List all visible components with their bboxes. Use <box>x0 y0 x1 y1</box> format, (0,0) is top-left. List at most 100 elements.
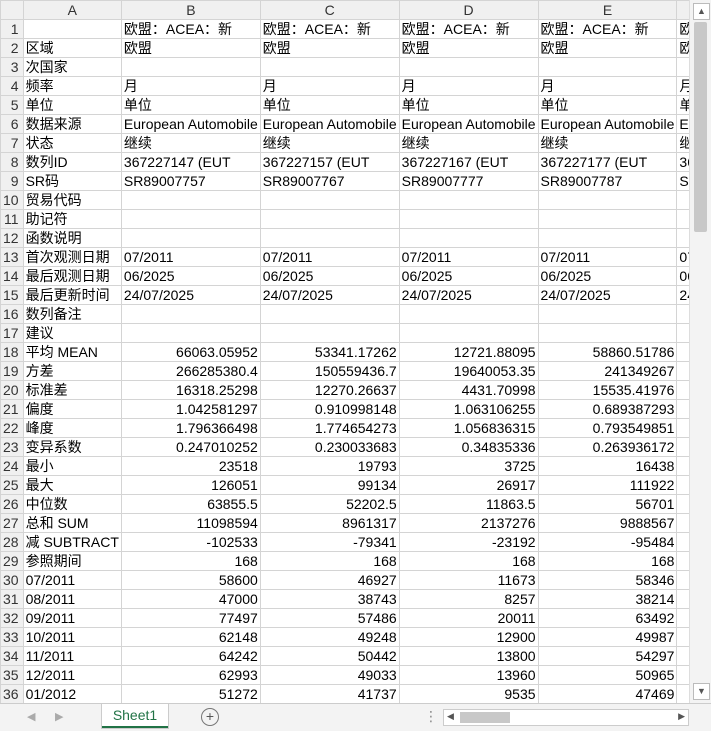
cell-value[interactable]: 43823 <box>676 627 689 647</box>
cell-label[interactable]: 中位数 <box>22 494 122 514</box>
cell-value[interactable]: 0.793549851 <box>537 418 678 438</box>
row-header[interactable]: 26 <box>0 494 24 514</box>
cell-value[interactable]: 继续 <box>259 133 400 153</box>
cell-value[interactable]: 单位 <box>259 95 400 115</box>
cell-value[interactable]: 241349267 <box>537 361 678 381</box>
cell-value[interactable]: 24/07/2025 <box>259 285 400 305</box>
cell-value[interactable]: 26917 <box>398 475 539 495</box>
cell-value[interactable]: 24/07/2025 <box>537 285 678 305</box>
row-header[interactable]: 33 <box>0 627 24 647</box>
cell-value[interactable]: 月 <box>537 76 678 96</box>
cell-value[interactable]: 1.774654273 <box>259 418 400 438</box>
cell-label[interactable]: 最大 <box>22 475 122 495</box>
cell-value[interactable]: 0.689387293 <box>537 399 678 419</box>
cell-value[interactable]: 07/2011 <box>259 247 400 267</box>
cell-label[interactable]: 12/2011 <box>22 665 122 685</box>
cell-value[interactable]: 11863.5 <box>398 494 539 514</box>
horizontal-scroll-thumb[interactable] <box>460 712 510 723</box>
cell-value[interactable]: 1.042581297 <box>120 399 261 419</box>
cell-value[interactable]: 欧盟 <box>537 38 678 58</box>
scroll-down-icon[interactable]: ▼ <box>693 683 710 700</box>
scroll-up-icon[interactable]: ▲ <box>693 3 710 20</box>
cell-value[interactable]: 47469 <box>537 684 678 703</box>
cell-value[interactable]: 54297 <box>537 646 678 666</box>
cell-value[interactable]: 50442 <box>259 646 400 666</box>
scroll-left-icon[interactable]: ◀ <box>447 711 454 722</box>
cell-value[interactable]: 0.910998148 <box>259 399 400 419</box>
cell-value[interactable]: 单位 <box>120 95 261 115</box>
cell-value[interactable]: -23192 <box>398 532 539 552</box>
cell-value[interactable]: 16318.25298 <box>120 380 261 400</box>
cell-value[interactable]: 150559436.7 <box>259 361 400 381</box>
cell-value[interactable] <box>676 304 689 324</box>
cell-value[interactable] <box>676 323 689 343</box>
cell-label[interactable]: 平均 MEAN <box>22 342 122 362</box>
cell-value[interactable]: 50806 <box>676 570 689 590</box>
cell-value[interactable] <box>120 209 261 229</box>
cell-label[interactable]: 函数说明 <box>22 228 122 248</box>
next-sheet-icon[interactable]: ▶ <box>55 710 63 723</box>
cell-value[interactable]: 0.245687735 <box>676 437 689 457</box>
cell-table[interactable]: A B C D E F 1欧盟：ACEA：新欧盟：ACEA：新欧盟：ACEA：新… <box>0 0 689 703</box>
cell-value[interactable] <box>676 57 689 77</box>
cell-label[interactable]: 贸易代码 <box>22 190 122 210</box>
cell-value[interactable]: 49248 <box>259 627 400 647</box>
cell-value[interactable]: 367227147 (EUT <box>120 152 261 172</box>
cell-value[interactable]: 1.063106255 <box>398 399 539 419</box>
cell-value[interactable] <box>398 228 539 248</box>
prev-sheet-icon[interactable]: ◀ <box>27 710 35 723</box>
cell-value[interactable]: 继续 <box>398 133 539 153</box>
tab-splitter-icon[interactable]: ⋮ <box>424 708 438 725</box>
cell-value[interactable]: 111922 <box>537 475 678 495</box>
cell-value[interactable]: 继续 <box>676 133 689 153</box>
cell-value[interactable]: SR89007777 <box>398 171 539 191</box>
cell-value[interactable]: 8961317 <box>259 513 400 533</box>
select-all-corner[interactable] <box>0 0 24 20</box>
row-header[interactable]: 4 <box>0 76 24 96</box>
cell-value[interactable]: 52385 <box>676 494 689 514</box>
cell-value[interactable]: European Automobile <box>537 114 678 134</box>
cell-value[interactable]: 欧盟：ACEA：新 <box>676 19 689 39</box>
cell-label[interactable]: 07/2011 <box>22 570 122 590</box>
spreadsheet-grid[interactable]: A B C D E F 1欧盟：ACEA：新欧盟：ACEA：新欧盟：ACEA：新… <box>0 0 689 703</box>
row-header[interactable]: 19 <box>0 361 24 381</box>
vertical-scroll-thumb[interactable] <box>694 22 707 232</box>
cell-value[interactable]: 63492 <box>537 608 678 628</box>
row-header[interactable]: 14 <box>0 266 24 286</box>
cell-label[interactable]: 建议 <box>22 323 122 343</box>
cell-value[interactable]: -79341 <box>259 532 400 552</box>
cell-label[interactable]: 峰度 <box>22 418 122 438</box>
cell-value[interactable] <box>259 323 400 343</box>
row-header[interactable]: 5 <box>0 95 24 115</box>
row-header[interactable]: 29 <box>0 551 24 571</box>
cell-label[interactable]: 首次观测日期 <box>22 247 122 267</box>
cell-value[interactable]: 12721.88095 <box>398 342 539 362</box>
column-header-d[interactable]: D <box>398 0 539 20</box>
cell-value[interactable]: 月 <box>676 76 689 96</box>
cell-value[interactable]: 62148 <box>120 627 261 647</box>
cell-value[interactable] <box>537 190 678 210</box>
row-header[interactable]: 22 <box>0 418 24 438</box>
cell-value[interactable] <box>259 209 400 229</box>
cell-value[interactable]: 9535 <box>398 684 539 703</box>
cell-value[interactable]: 47000 <box>120 589 261 609</box>
cell-value[interactable]: 欧盟 <box>120 38 261 58</box>
cell-value[interactable]: 欧盟 <box>259 38 400 58</box>
cell-value[interactable]: 16438 <box>537 456 678 476</box>
vertical-scrollbar[interactable]: ▲ ▼ <box>689 0 711 703</box>
cell-value[interactable]: 64242 <box>120 646 261 666</box>
cell-value[interactable]: 56701 <box>537 494 678 514</box>
cell-label[interactable]: 状态 <box>22 133 122 153</box>
cell-label[interactable]: 单位 <box>22 95 122 115</box>
cell-value[interactable]: 11098594 <box>120 513 261 533</box>
cell-value[interactable]: 单位 <box>398 95 539 115</box>
row-header[interactable]: 12 <box>0 228 24 248</box>
row-header[interactable]: 1 <box>0 19 24 39</box>
row-header[interactable]: 31 <box>0 589 24 609</box>
cell-value[interactable]: 20011 <box>398 608 539 628</box>
cell-value[interactable]: 24/07/2025 <box>676 285 689 305</box>
cell-value[interactable]: 12270.26637 <box>259 380 400 400</box>
cell-value[interactable]: 月 <box>398 76 539 96</box>
cell-value[interactable]: 57463 <box>676 608 689 628</box>
cell-value[interactable] <box>676 228 689 248</box>
